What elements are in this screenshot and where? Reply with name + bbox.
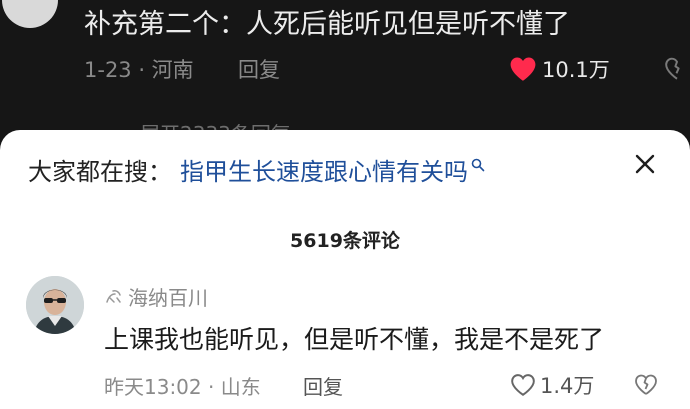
like-button[interactable]: 1.4万 <box>510 370 594 400</box>
avatar[interactable] <box>26 276 84 334</box>
comment-count: 5619条评论 <box>290 230 400 252</box>
top-avatar[interactable] <box>2 0 58 28</box>
user-badge-icon <box>106 289 121 303</box>
comment-sheet: 大家都在搜： 指甲生长速度跟心情有关吗 5619条评论 海纳百川 上课我也能听见… <box>0 130 690 409</box>
search-prefix: 大家都在搜： <box>28 158 172 186</box>
top-like-button[interactable]: 10.1万 <box>508 54 610 84</box>
top-comment-meta: 1-23 · 河南 <box>84 58 194 82</box>
comment-meta: 昨天13:02 · 山东 <box>104 375 261 399</box>
search-suggestion[interactable]: 大家都在搜： 指甲生长速度跟心情有关吗 <box>28 152 485 187</box>
avatar-photo <box>26 276 84 334</box>
top-comment-text: 补充第二个：人死后能听见但是听不懂了 <box>84 9 570 40</box>
username-text: 海纳百川 <box>128 286 208 310</box>
dislike-icon[interactable] <box>634 373 658 397</box>
dislike-icon[interactable] <box>664 56 690 82</box>
reply-button[interactable]: 回复 <box>303 371 343 400</box>
top-reply-button[interactable]: 回复 <box>238 54 280 84</box>
search-query-link[interactable]: 指甲生长速度跟心情有关吗 <box>180 152 468 187</box>
username[interactable]: 海纳百川 <box>104 282 208 311</box>
top-like-count: 10.1万 <box>542 58 610 82</box>
search-icon <box>471 158 485 171</box>
heart-filled-icon <box>510 57 536 81</box>
comment-text: 上课我也能听见，但是听不懂，我是不是死了 <box>104 325 605 354</box>
top-comment: 补充第二个：人死后能听见但是听不懂了 1-23 · 河南 回复 10.1万 展开… <box>0 0 690 150</box>
close-icon[interactable] <box>631 150 659 178</box>
heart-outline-icon <box>511 374 535 396</box>
like-count: 1.4万 <box>540 374 595 398</box>
